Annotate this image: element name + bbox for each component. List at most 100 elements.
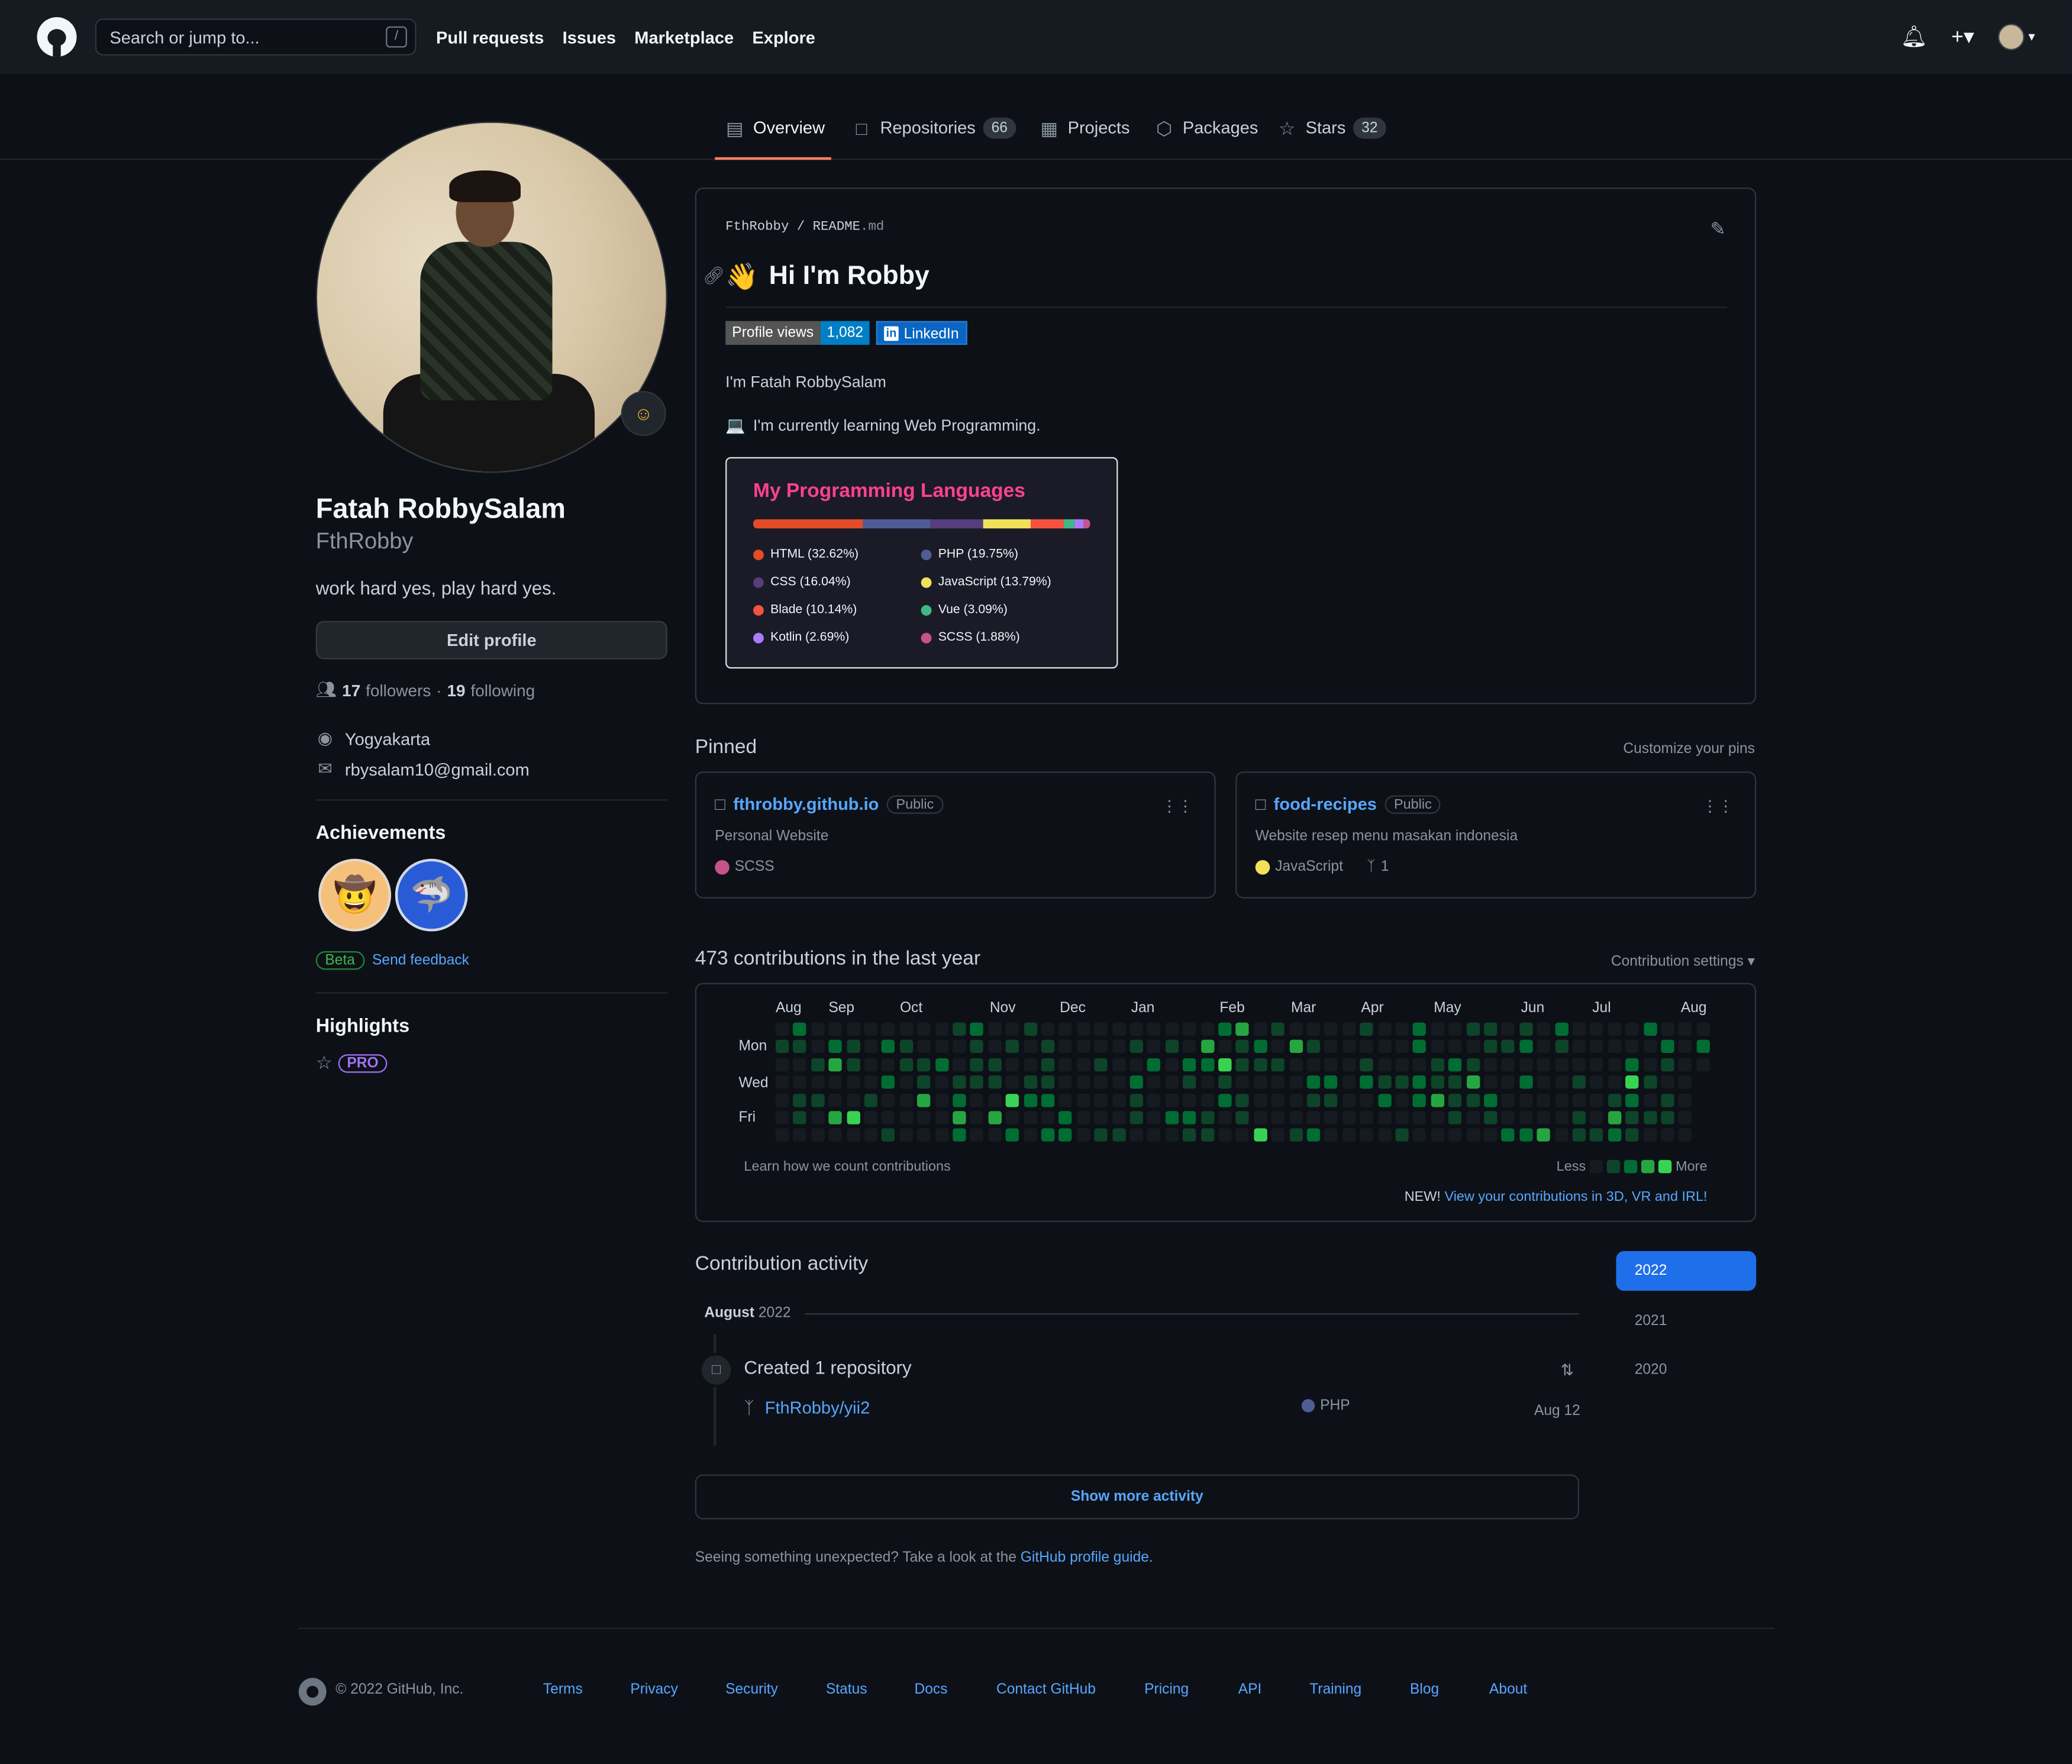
contribution-day-cell[interactable] xyxy=(882,1093,895,1107)
contribution-day-cell[interactable] xyxy=(1413,1093,1426,1107)
contribution-day-cell[interactable] xyxy=(1165,1040,1179,1054)
contribution-day-cell[interactable] xyxy=(1094,1129,1108,1142)
contribution-day-cell[interactable] xyxy=(1484,1111,1497,1125)
contribution-day-cell[interactable] xyxy=(776,1129,789,1142)
tab-packages[interactable]: ⬡ Packages xyxy=(1154,118,1258,160)
contribution-day-cell[interactable] xyxy=(1360,1058,1373,1071)
contribution-day-cell[interactable] xyxy=(1572,1093,1586,1107)
contributions-3d-link[interactable]: View your contributions in 3D, VR and IR… xyxy=(1444,1189,1707,1205)
contribution-day-cell[interactable] xyxy=(970,1040,984,1054)
tab-repositories[interactable]: □ Repositories 66 xyxy=(851,117,1016,160)
github-logo-icon[interactable] xyxy=(37,17,77,57)
contribution-day-cell[interactable] xyxy=(811,1040,825,1054)
contribution-day-cell[interactable] xyxy=(953,1022,966,1036)
send-feedback-link[interactable]: Send feedback xyxy=(372,952,469,968)
contribution-day-cell[interactable] xyxy=(1395,1111,1409,1125)
contribution-day-cell[interactable] xyxy=(1448,1093,1462,1107)
contribution-day-cell[interactable] xyxy=(953,1129,966,1142)
contribution-day-cell[interactable] xyxy=(1448,1022,1462,1036)
contribution-day-cell[interactable] xyxy=(1342,1040,1356,1054)
contribution-day-cell[interactable] xyxy=(1076,1058,1090,1071)
contribution-day-cell[interactable] xyxy=(1661,1058,1674,1071)
contribution-day-cell[interactable] xyxy=(1448,1058,1462,1071)
contribution-day-cell[interactable] xyxy=(1165,1093,1179,1107)
contribution-day-cell[interactable] xyxy=(1289,1040,1303,1054)
contribution-day-cell[interactable] xyxy=(899,1111,913,1125)
footer-link-blog[interactable]: Blog xyxy=(1410,1682,1439,1698)
contribution-day-cell[interactable] xyxy=(1165,1075,1179,1089)
contribution-day-cell[interactable] xyxy=(1360,1093,1373,1107)
nav-issues[interactable]: Issues xyxy=(563,28,616,48)
contribution-day-cell[interactable] xyxy=(1058,1093,1073,1107)
contribution-day-cell[interactable] xyxy=(1590,1129,1603,1142)
contribution-day-cell[interactable] xyxy=(1236,1129,1250,1142)
contribution-day-cell[interactable] xyxy=(1413,1040,1426,1054)
contribution-day-cell[interactable] xyxy=(1502,1129,1515,1142)
contribution-day-cell[interactable] xyxy=(1076,1075,1090,1089)
contribution-day-cell[interactable] xyxy=(1236,1040,1250,1054)
contribution-day-cell[interactable] xyxy=(1112,1075,1125,1089)
contribution-day-cell[interactable] xyxy=(1643,1111,1657,1125)
contribution-day-cell[interactable] xyxy=(935,1022,948,1036)
contribution-day-cell[interactable] xyxy=(1289,1093,1303,1107)
contribution-day-cell[interactable] xyxy=(1218,1058,1232,1071)
profile-guide-link[interactable]: GitHub profile guide. xyxy=(1021,1550,1153,1566)
contribution-day-cell[interactable] xyxy=(1413,1022,1426,1036)
contribution-day-cell[interactable] xyxy=(793,1058,807,1071)
tab-projects[interactable]: ▦ Projects xyxy=(1038,118,1130,160)
contribution-day-cell[interactable] xyxy=(1554,1111,1568,1125)
contribution-day-cell[interactable] xyxy=(828,1129,843,1142)
link-icon[interactable]: 🔗︎ xyxy=(703,266,725,287)
contribution-day-cell[interactable] xyxy=(1306,1058,1321,1071)
year-button-2020[interactable]: 2020 xyxy=(1616,1351,1756,1390)
contribution-day-cell[interactable] xyxy=(1289,1022,1303,1036)
activity-repo-link[interactable]: FthRobby/yii2 xyxy=(765,1398,870,1418)
contribution-day-cell[interactable] xyxy=(988,1040,1002,1054)
contribution-day-cell[interactable] xyxy=(828,1075,843,1089)
tab-stars[interactable]: ☆ Stars 32 xyxy=(1276,117,1386,160)
contribution-day-cell[interactable] xyxy=(811,1058,825,1071)
contribution-day-cell[interactable] xyxy=(1377,1058,1391,1071)
contribution-day-cell[interactable] xyxy=(882,1075,895,1089)
contribution-day-cell[interactable] xyxy=(1679,1022,1692,1036)
contribution-day-cell[interactable] xyxy=(1254,1040,1267,1054)
contribution-day-cell[interactable] xyxy=(1324,1093,1338,1107)
contribution-day-cell[interactable] xyxy=(1218,1022,1232,1036)
contribution-day-cell[interactable] xyxy=(1324,1111,1338,1125)
contribution-day-cell[interactable] xyxy=(1147,1022,1161,1036)
contribution-day-cell[interactable] xyxy=(1023,1129,1037,1142)
contribution-day-cell[interactable] xyxy=(846,1129,860,1142)
contribution-day-cell[interactable] xyxy=(1661,1111,1674,1125)
contribution-day-cell[interactable] xyxy=(1129,1075,1143,1089)
contribution-day-cell[interactable] xyxy=(846,1022,860,1036)
contribution-day-cell[interactable] xyxy=(1360,1040,1373,1054)
contribution-day-cell[interactable] xyxy=(1448,1075,1462,1089)
contribution-day-cell[interactable] xyxy=(1306,1040,1321,1054)
contribution-day-cell[interactable] xyxy=(1537,1111,1551,1125)
contribution-day-cell[interactable] xyxy=(1448,1040,1462,1054)
contribution-day-cell[interactable] xyxy=(917,1022,931,1036)
contribution-day-cell[interactable] xyxy=(1147,1058,1161,1071)
contribution-day-cell[interactable] xyxy=(1306,1022,1321,1036)
profile-views-badge[interactable]: Profile views 1,082 xyxy=(725,321,870,345)
contribution-day-cell[interactable] xyxy=(988,1075,1002,1089)
contribution-day-cell[interactable] xyxy=(1466,1040,1480,1054)
contribution-day-cell[interactable] xyxy=(1094,1058,1108,1071)
contribution-day-cell[interactable] xyxy=(1554,1022,1568,1036)
contribution-day-cell[interactable] xyxy=(882,1111,895,1125)
contribution-day-cell[interactable] xyxy=(1502,1111,1515,1125)
contribution-day-cell[interactable] xyxy=(776,1058,789,1071)
contribution-day-cell[interactable] xyxy=(1094,1075,1108,1089)
contribution-day-cell[interactable] xyxy=(1271,1022,1285,1036)
contribution-day-cell[interactable] xyxy=(1608,1040,1621,1054)
contribution-day-cell[interactable] xyxy=(899,1040,913,1054)
footer-link-status[interactable]: Status xyxy=(826,1682,867,1698)
pinned-repo-link[interactable]: food-recipes xyxy=(1274,794,1377,814)
contribution-day-cell[interactable] xyxy=(1236,1093,1250,1107)
footer-link-pricing[interactable]: Pricing xyxy=(1144,1682,1189,1698)
contribution-day-cell[interactable] xyxy=(1360,1022,1373,1036)
contribution-day-cell[interactable] xyxy=(1679,1111,1692,1125)
year-button-2021[interactable]: 2021 xyxy=(1616,1301,1756,1341)
contribution-day-cell[interactable] xyxy=(1306,1093,1321,1107)
contribution-day-cell[interactable] xyxy=(1129,1093,1143,1107)
